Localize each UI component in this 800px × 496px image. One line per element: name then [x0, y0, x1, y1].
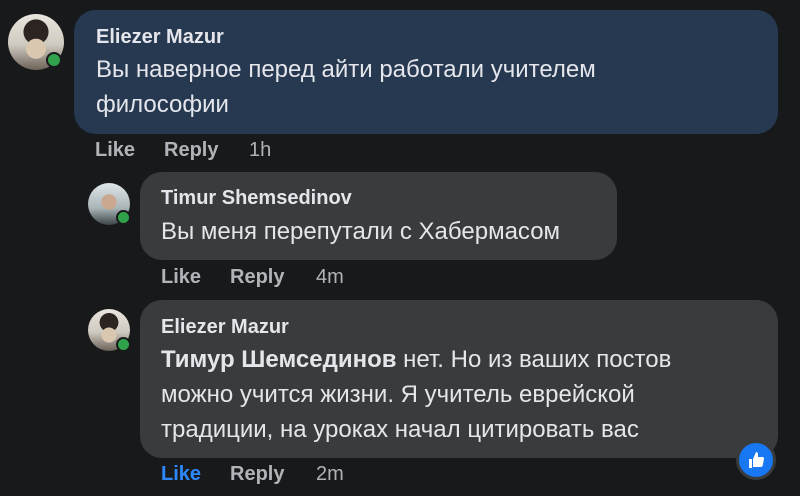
comment-author[interactable]: Eliezer Mazur: [161, 316, 289, 339]
comment-text-line: традиции, на уроках начал цитировать вас: [161, 416, 639, 443]
online-status-dot: [116, 337, 131, 352]
comment-text: Тимур Шемсединов нет. Но из ваших постов…: [161, 342, 761, 447]
reply-button[interactable]: Reply: [230, 266, 284, 289]
comment-text: Вы меня перепутали с Хабермасом: [161, 218, 561, 245]
comment-author[interactable]: Eliezer Mazur: [96, 26, 224, 49]
like-button[interactable]: Like: [161, 463, 201, 486]
like-button[interactable]: Like: [95, 139, 135, 162]
reply-button[interactable]: Reply: [164, 139, 218, 162]
like-reaction-icon[interactable]: [736, 440, 776, 480]
comment-timestamp[interactable]: 4m: [316, 266, 344, 289]
online-status-dot: [46, 52, 62, 68]
comment-author[interactable]: Timur Shemsedinov: [161, 187, 352, 210]
comment-text-line: нет. Но из ваших постов: [396, 346, 672, 373]
thumbs-up-icon: [749, 452, 765, 468]
like-button[interactable]: Like: [161, 266, 201, 289]
mention-link[interactable]: Тимур Шемсединов: [161, 346, 396, 373]
online-status-dot: [116, 210, 131, 225]
comment-timestamp[interactable]: 1h: [249, 139, 271, 162]
comment-timestamp[interactable]: 2m: [316, 463, 344, 486]
reply-button[interactable]: Reply: [230, 463, 284, 486]
comment-text-line: можно учится жизни. Я учитель еврейской: [161, 381, 635, 408]
comment-text: Вы наверное перед айти работали учителем…: [96, 56, 596, 118]
